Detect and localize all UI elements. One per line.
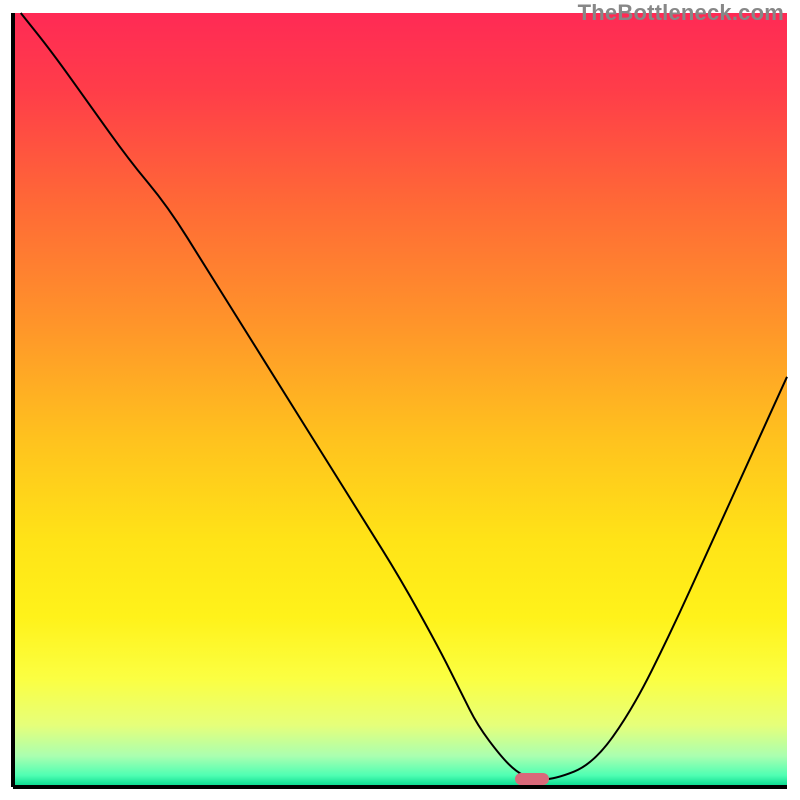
plot-area bbox=[13, 13, 787, 787]
x-axis bbox=[13, 785, 787, 789]
chart-container: TheBottleneck.com bbox=[0, 0, 800, 800]
bottleneck-curve bbox=[13, 13, 787, 787]
watermark-label: TheBottleneck.com bbox=[578, 0, 784, 26]
optimal-marker bbox=[515, 773, 549, 785]
y-axis bbox=[11, 13, 15, 787]
